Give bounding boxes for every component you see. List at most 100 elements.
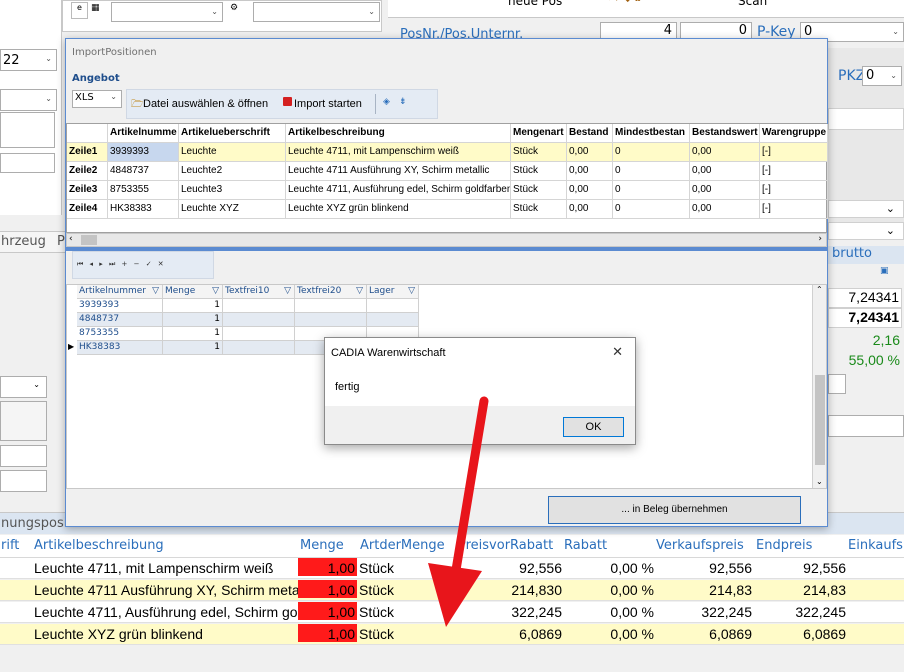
table-cell[interactable]: 3939393 [108,143,179,162]
col-header[interactable]: Einkaufsp [848,538,904,553]
grid-col-header[interactable]: Textfrei20 ▽ [295,285,367,299]
table-cell[interactable]: 0,00 [690,162,760,181]
table-cell[interactable]: 0,00 [690,200,760,219]
table-cell[interactable]: 0,00 [567,181,613,200]
table-cell[interactable]: 0 [613,162,690,181]
grid-cell[interactable]: HK38383 [77,341,163,355]
ok-button[interactable]: OK [563,417,624,437]
table-cell[interactable]: HK38383 [108,200,179,219]
table-cell[interactable]: [-] [760,162,828,181]
col-header[interactable]: Menge [300,538,344,553]
table-cell[interactable]: Leuchte XYZ grün blinkend [286,200,511,219]
table-cell[interactable]: 8753355 [108,181,179,200]
right-field-2[interactable] [828,374,846,394]
right-chevron-1[interactable]: ⌄ [828,200,904,218]
pkz-combo[interactable]: 0 ⌄ [862,66,902,86]
cell-menge[interactable]: 1,00 [298,602,357,620]
settings-icon[interactable]: ⚙ [230,3,238,13]
cell-desc[interactable]: Leuchte 4711, Ausführung edel, Schirm go [34,604,298,620]
grid-cell[interactable]: 4848737 [77,313,163,327]
grid-cell[interactable]: 1 [163,299,223,313]
row-header[interactable]: Zeile2 [67,162,108,181]
table-cell[interactable]: Stück [511,200,567,219]
table-cell[interactable]: Leuchte 4711 Ausführung XY, Schirm metal… [286,162,511,181]
table-cell[interactable]: 0 [613,200,690,219]
toolbar-icons[interactable]: ✂ ✎ ✈ ◆ ✿ [593,0,642,4]
cell-vk[interactable]: 322,245 [656,604,752,620]
table-cell[interactable]: [-] [760,143,828,162]
cell-menge[interactable]: 1,00 [298,624,357,642]
table-cell[interactable]: Leuchte2 [179,162,286,181]
grid-cell[interactable]: 8753355 [77,327,163,341]
cell-end[interactable]: 322,245 [756,604,846,620]
col-header[interactable]: Artikelnumme [108,124,179,143]
cell-rabatt[interactable]: 0,00 % [564,604,654,620]
left-box-1[interactable] [0,401,47,441]
open-file-button[interactable]: Datei auswählen & öffnen [143,98,268,110]
col-header[interactable]: Bestandswert [690,124,760,143]
grid-col-header[interactable]: Menge ▽ [163,285,223,299]
col-header[interactable]: Artikelbeschreibung [286,124,511,143]
grid-cell[interactable] [367,313,419,327]
scan-button[interactable]: Scan [738,0,767,8]
close-icon[interactable]: ✕ [612,344,623,360]
grid-cell[interactable] [367,299,419,313]
table-cell[interactable]: Stück [511,181,567,200]
col-header[interactable]: Endpreis [756,538,812,553]
table-cell[interactable]: Leuchte 4711, mit Lampenschirm weiß [286,143,511,162]
horizontal-scrollbar[interactable]: ‹ › [66,233,827,247]
col-header[interactable]: Artikelbeschreibung [34,538,164,553]
calculator-icon[interactable]: ▣ [880,266,894,278]
table-cell[interactable]: 0 [613,181,690,200]
grid-cell[interactable] [223,313,295,327]
filter-icon[interactable]: ▽ [284,285,291,298]
cell-end[interactable]: 214,83 [756,582,846,598]
scroll-up-icon[interactable]: ⌃ [816,285,823,294]
left-textarea[interactable] [0,112,55,148]
cell-menge[interactable]: 1,00 [298,558,357,576]
header-corner[interactable] [67,124,108,143]
format-combo[interactable]: XLS ⌄ [72,90,122,108]
grid-cell[interactable]: 3939393 [77,299,163,313]
small-button[interactable]: e [71,2,88,19]
table-cell[interactable]: [-] [760,181,828,200]
cell-vk[interactable]: 6,0869 [656,626,752,642]
col-header[interactable]: Mengenart [511,124,567,143]
cell-rabatt[interactable]: 0,00 % [564,626,654,642]
table-cell[interactable]: 0 [613,143,690,162]
table-cell[interactable]: Stück [511,162,567,181]
filter-icon[interactable]: ▽ [152,285,159,298]
grid-cell[interactable]: 1 [163,313,223,327]
uebernehmen-button[interactable]: ... in Beleg übernehmen [548,496,801,524]
table-cell[interactable]: 4848737 [108,162,179,181]
col-header[interactable]: Bestand [567,124,613,143]
table-cell[interactable]: Stück [511,143,567,162]
scroll-thumb[interactable] [815,375,825,465]
left-field[interactable] [0,153,55,173]
table-cell[interactable]: [-] [760,200,828,219]
left-combo-2[interactable]: ⌄ [0,89,57,111]
col-header[interactable]: Verkaufspreis [656,538,744,553]
grid-col-header[interactable]: Lager ▽ [367,285,419,299]
col-header[interactable]: Mindestbestan [613,124,690,143]
table-cell[interactable]: Leuchte3 [179,181,286,200]
table-cell[interactable]: Leuchte 4711, Ausführung edel, Schirm go… [286,181,511,200]
col-header[interactable]: Warengruppe [760,124,828,143]
left-combo-3[interactable]: ⌄ [0,376,47,398]
cell-vk[interactable]: 214,83 [656,582,752,598]
table-cell[interactable]: 0,00 [567,200,613,219]
grid-cell[interactable] [223,299,295,313]
cell-rabatt[interactable]: 0,00 % [564,560,654,576]
grid-icon[interactable]: ▦ [91,3,100,13]
right-chevron-2[interactable]: ⌄ [828,222,904,240]
cell-desc[interactable]: Leuchte 4711, mit Lampenschirm weiß [34,560,298,576]
scroll-down-icon[interactable]: ⌄ [816,477,823,486]
tab-p[interactable]: P [57,234,65,249]
neue-pos-button[interactable]: neue Pos [508,0,562,8]
row-header[interactable]: Zeile3 [67,181,108,200]
cell-vk[interactable]: 92,556 [656,560,752,576]
filter-icon[interactable]: ▽ [356,285,363,298]
grid-col-header[interactable]: Textfrei10 ▽ [223,285,295,299]
grid-cell[interactable] [223,341,295,355]
grid-cell[interactable]: 1 [163,327,223,341]
